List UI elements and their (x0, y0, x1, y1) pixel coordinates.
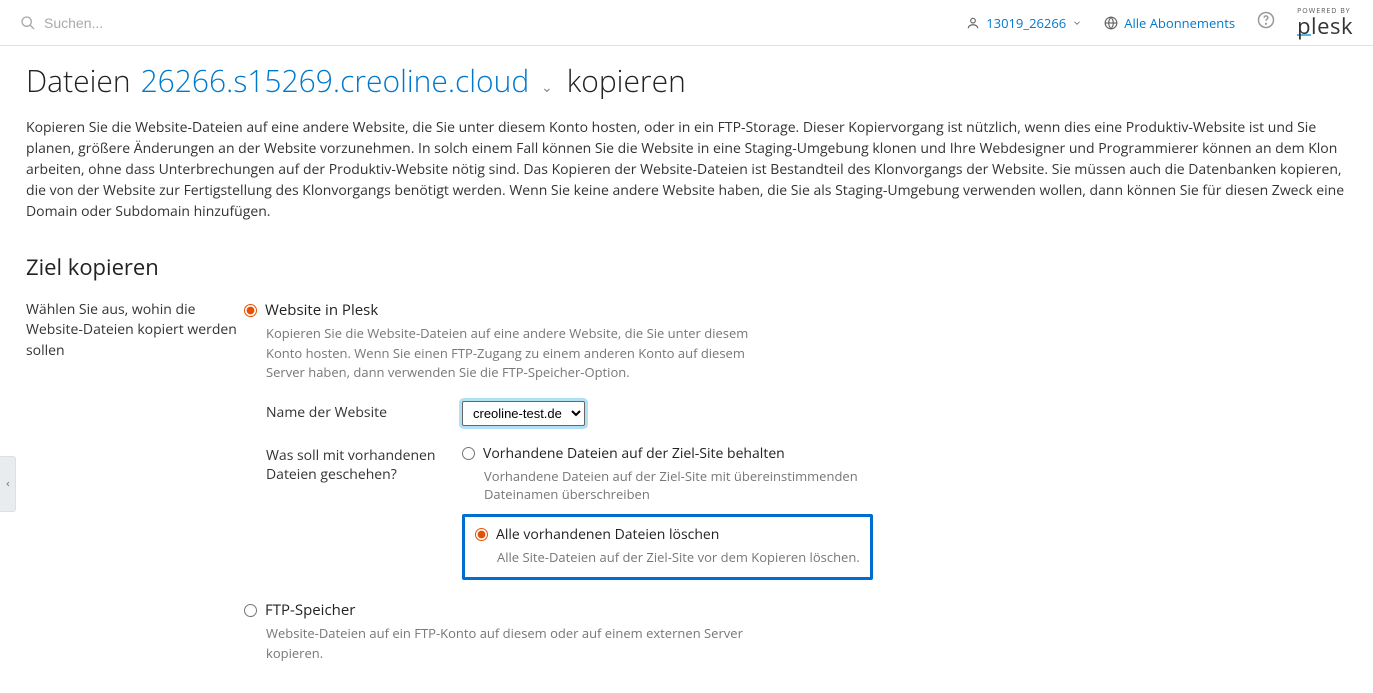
title-prefix: Dateien (26, 60, 131, 101)
section-heading: Ziel kopieren (26, 252, 1347, 282)
target-plesk-label[interactable]: Website in Plesk (265, 300, 378, 320)
user-label: 13019_26266 (986, 14, 1066, 32)
all-subscriptions-link[interactable]: Alle Abonnements (1104, 14, 1235, 32)
existing-files-row: Was soll mit vorhandenen Dateien gescheh… (266, 444, 1347, 581)
delete-files-desc: Alle Site-Dateien auf der Ziel-Site vor … (497, 548, 860, 567)
chevron-left-icon (4, 480, 12, 488)
copy-target-row: Wählen Sie aus, wohin die Website-Dateie… (26, 300, 1347, 663)
delete-files-group: Alle vorhandenen Dateien löschen Alle Si… (475, 525, 860, 567)
subscriptions-label: Alle Abonnements (1124, 14, 1235, 32)
brand-logo: plesk (1297, 15, 1353, 37)
title-suffix: kopieren (567, 60, 686, 101)
delete-files-label[interactable]: Alle vorhandenen Dateien löschen (496, 525, 719, 544)
copy-target-side-label: Wählen Sie aus, wohin die Website-Dateie… (26, 300, 244, 361)
chevron-down-icon (1072, 18, 1082, 28)
intro-text: Kopieren Sie die Website-Dateien auf ein… (26, 117, 1347, 222)
keep-files-radio[interactable] (462, 447, 475, 460)
topbar: 13019_26266 Alle Abonnements POWERED BY … (0, 0, 1373, 46)
sidebar-toggle[interactable] (0, 456, 16, 512)
topbar-right: 13019_26266 Alle Abonnements POWERED BY … (966, 8, 1353, 37)
target-plesk-radio[interactable] (244, 304, 257, 317)
content: Dateien 26266.s15269.creoline.cloud ⌄ ko… (0, 46, 1373, 693)
delete-files-highlight: Alle vorhandenen Dateien löschen Alle Si… (462, 514, 873, 580)
keep-files-group: Vorhandene Dateien auf der Ziel-Site beh… (462, 444, 1347, 505)
site-name-label: Name der Website (266, 401, 462, 422)
chevron-down-icon: ⌄ (541, 78, 553, 97)
help-button[interactable] (1257, 11, 1275, 34)
help-icon (1257, 11, 1275, 29)
target-ftp-label[interactable]: FTP-Speicher (265, 600, 355, 620)
user-icon (966, 16, 980, 30)
search-wrap (20, 15, 966, 31)
site-name-row: Name der Website creoline-test.de (266, 401, 1347, 426)
search-icon (20, 15, 36, 31)
domain-selector[interactable]: 26266.s15269.creoline.cloud ⌄ (141, 60, 557, 101)
user-menu[interactable]: 13019_26266 (966, 14, 1082, 32)
existing-files-label: Was soll mit vorhandenen Dateien gescheh… (266, 444, 462, 484)
search-input[interactable] (44, 15, 304, 31)
keep-files-label[interactable]: Vorhandene Dateien auf der Ziel-Site beh… (483, 444, 785, 463)
delete-files-radio[interactable] (475, 528, 488, 541)
target-ftp-group: FTP-Speicher Website-Dateien auf ein FTP… (244, 600, 1347, 663)
plesk-brand: POWERED BY plesk (1297, 8, 1353, 37)
globe-icon (1104, 16, 1118, 30)
target-plesk-desc: Kopieren Sie die Website-Dateien auf ein… (266, 324, 786, 383)
page-title: Dateien 26266.s15269.creoline.cloud ⌄ ko… (26, 60, 1347, 101)
target-ftp-radio[interactable] (244, 604, 257, 617)
copy-target-body: Website in Plesk Kopieren Sie die Websit… (244, 300, 1347, 663)
keep-files-desc: Vorhandene Dateien auf der Ziel-Site mit… (484, 467, 924, 505)
target-plesk-group: Website in Plesk Kopieren Sie die Websit… (244, 300, 1347, 580)
target-ftp-desc: Website-Dateien auf ein FTP-Konto auf di… (266, 624, 786, 663)
site-name-select[interactable]: creoline-test.de (462, 401, 585, 426)
